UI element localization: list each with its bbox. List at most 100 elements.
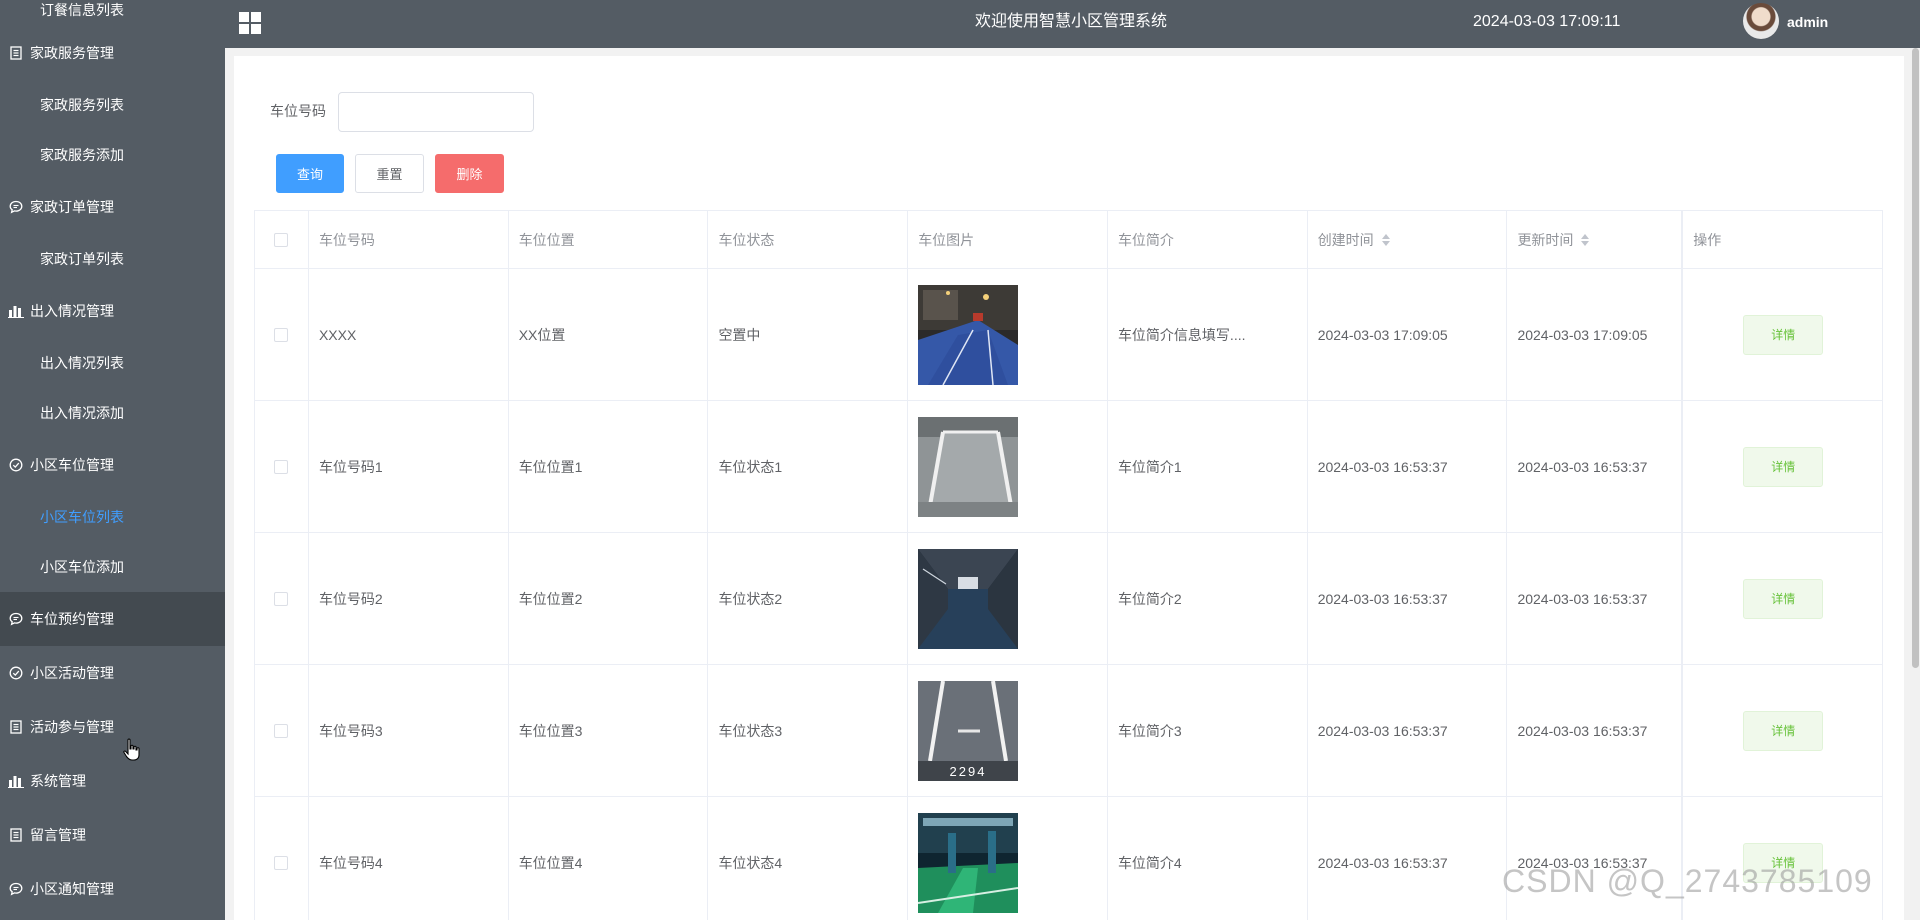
cell-updated: 2024-03-03 16:53:37 [1507,533,1683,664]
column-header: 车位状态 [708,211,909,268]
sidebar-item[interactable]: 家政服务列表 [0,80,225,130]
cell-action: 详情 [1682,797,1882,920]
reset-button[interactable]: 重置 [355,154,424,193]
cell-image [908,533,1108,664]
cell-created: 2024-03-03 16:53:37 [1308,401,1508,532]
table-row[interactable]: 车位号码3 车位位置3 车位状态3 2294 车位简介3 2024-03-03 16:53… [255,665,1882,797]
sidebar-item[interactable]: 小区车位添加 [0,542,225,592]
cell-location: 车位位置3 [509,665,709,796]
cell-status: 车位状态3 [708,665,909,796]
row-checkbox-cell [255,797,309,920]
select-all-checkbox[interactable] [274,232,289,247]
sidebar-group[interactable]: 留言管理 [0,808,225,862]
sidebar-group-label: 车位预约管理 [30,611,114,627]
hand-cursor-icon [123,738,140,761]
parking-photo[interactable] [918,284,1019,385]
sidebar-group-label: 家政订单管理 [30,199,114,215]
watermark: CSDN @Q_2743785109 [1502,863,1873,899]
parking-photo[interactable]: 2294 [918,680,1019,781]
cell-location: 车位位置2 [509,533,709,664]
scrollbar-thumb[interactable] [1912,48,1919,668]
sidebar-group-label: 系统管理 [30,773,86,789]
query-button[interactable]: 查询 [276,154,344,193]
document-icon [8,719,24,735]
sidebar-group-label: 家政服务管理 [30,45,114,61]
row-checkbox[interactable] [274,855,289,870]
header-datetime: 2024-03-03 17:09:11 [1473,13,1621,30]
sidebar-group[interactable]: 系统管理 [0,754,225,808]
column-header-created[interactable]: 创建时间 [1308,211,1508,268]
cell-number: 车位号码2 [309,533,509,664]
cell-updated: 2024-03-03 16:53:37 [1507,665,1683,796]
cell-action: 详情 [1682,665,1882,796]
detail-button[interactable]: 详情 [1743,314,1824,355]
cell-action: 详情 [1682,401,1882,532]
parking-table: 车位号码 车位位置 车位状态 车位图片 车位简介 创建时间 更新时间 操作 XX… [254,210,1883,920]
cell-created: 2024-03-03 17:09:05 [1308,269,1508,400]
avatar[interactable] [1743,3,1779,39]
cell-intro: 车位简介信息填写.... [1108,269,1308,400]
header-checkbox-cell [255,211,309,268]
parking-photo[interactable] [918,812,1019,913]
sidebar-group-label: 留言管理 [30,827,86,843]
menu-toggle-icon[interactable] [239,12,261,34]
document-icon [8,45,24,61]
chat-icon [8,611,24,627]
sidebar-group[interactable]: 活动参与管理 [0,700,225,754]
sort-icon[interactable] [1581,233,1590,246]
table-row[interactable]: 车位号码4 车位位置4 车位状态4 车位简介4 2024-03-03 16:53:37 2… [255,797,1882,920]
cell-intro: 车位简介1 [1108,401,1308,532]
row-checkbox-cell [255,269,309,400]
document-icon [8,827,24,843]
sidebar-item[interactable]: 出入情况添加 [0,388,225,438]
row-checkbox-cell [255,401,309,532]
delete-button[interactable]: 删除 [435,154,504,193]
sidebar-item[interactable]: 出入情况列表 [0,338,225,388]
check-circle-icon [8,665,24,681]
parking-photo[interactable] [918,416,1019,517]
table-header-row: 车位号码 车位位置 车位状态 车位图片 车位简介 创建时间 更新时间 操作 [255,211,1882,269]
sidebar-group[interactable]: 家政服务管理 [0,26,225,80]
sidebar-group-label: 小区通知管理 [30,881,114,897]
sidebar-item[interactable]: 订餐信息列表 [0,0,225,26]
table-row[interactable]: 车位号码1 车位位置1 车位状态1 车位简介1 2024-03-03 16:53:37 2… [255,401,1882,533]
sidebar-item[interactable]: 家政服务添加 [0,130,225,180]
cell-created: 2024-03-03 16:53:37 [1308,797,1508,920]
sidebar-group[interactable]: 出入情况管理 [0,284,225,338]
detail-button[interactable]: 详情 [1743,578,1824,619]
detail-button[interactable]: 详情 [1743,446,1824,487]
sort-icon[interactable] [1381,233,1390,246]
row-checkbox[interactable] [274,591,289,606]
top-header: 欢迎使用智慧小区管理系统 2024-03-03 17:09:11 admin [225,0,1920,48]
row-checkbox-cell [255,533,309,664]
row-checkbox[interactable] [274,723,289,738]
header-title: 欢迎使用智慧小区管理系统 [975,13,1168,30]
sidebar: 订餐信息列表家政服务管理家政服务列表 家政服务添加家政订单管理家政订单列表 出入情况… [0,0,225,920]
cell-number: 车位号码1 [309,401,509,532]
cell-status: 车位状态1 [708,401,909,532]
bar-chart-icon [8,773,24,789]
row-checkbox[interactable] [274,459,289,474]
column-header-updated[interactable]: 更新时间 [1507,211,1683,268]
parking-photo[interactable] [918,548,1019,649]
detail-button[interactable]: 详情 [1743,710,1824,751]
cell-location: XX位置 [509,269,709,400]
cell-intro: 车位简介4 [1108,797,1308,920]
parking-number-input[interactable] [338,92,534,132]
table-row[interactable]: XXXX XX位置 空置中 车位简介信息填写.... 2024-03-03 17:09:… [255,269,1882,401]
sidebar-group[interactable]: 小区车位管理 [0,438,225,492]
row-checkbox[interactable] [274,327,289,342]
sidebar-group[interactable]: 小区活动管理 [0,646,225,700]
sidebar-item[interactable]: 家政订单列表 [0,234,225,284]
sidebar-item[interactable]: 小区车位列表 [0,492,225,542]
cell-updated: 2024-03-03 16:53:37 [1507,797,1683,920]
row-checkbox-cell [255,665,309,796]
sidebar-group[interactable]: 小区通知管理 [0,862,225,916]
chat-icon [8,199,24,215]
cell-created: 2024-03-03 16:53:37 [1308,665,1508,796]
username[interactable]: admin [1787,0,1828,44]
sidebar-group-label: 活动参与管理 [30,719,114,735]
table-row[interactable]: 车位号码2 车位位置2 车位状态2 车位简介2 2024-03-03 16:53:37 2… [255,533,1882,665]
sidebar-group[interactable]: 家政订单管理 [0,180,225,234]
sidebar-group[interactable]: 车位预约管理 [0,592,225,646]
